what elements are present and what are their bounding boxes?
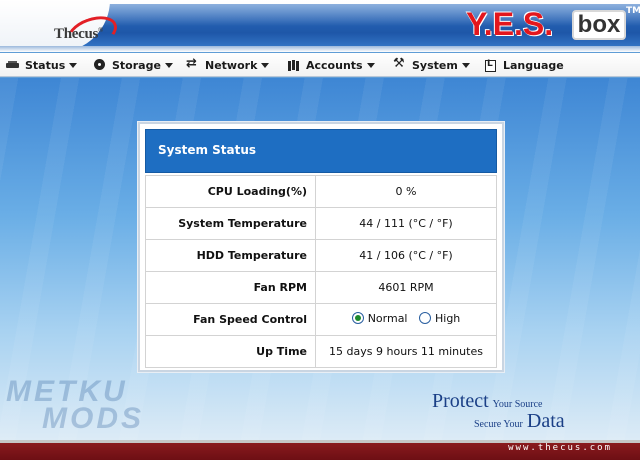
menu-storage-label: Storage	[112, 58, 161, 72]
row-label: Fan Speed Control	[145, 303, 316, 336]
yes-box-logo: Y.E.S. box TM	[460, 6, 640, 46]
menu-network[interactable]: Network	[186, 53, 270, 77]
thecus-logo[interactable]: Thecus®	[28, 10, 122, 52]
fan-speed-high-option[interactable]: High	[419, 312, 460, 325]
menu-status-label: Status	[25, 58, 66, 72]
menu-storage[interactable]: Storage	[93, 53, 173, 77]
status-icon	[6, 58, 20, 72]
row-label: Fan RPM	[145, 271, 316, 304]
panel-title-bar: System Status	[145, 129, 497, 173]
table-row: System Temperature 44 / 111 (°C / °F)	[145, 207, 497, 240]
caret-down-icon	[261, 62, 270, 68]
table-row: Fan Speed Control Normal High	[145, 303, 497, 336]
tagline-secure-your: Secure Your	[474, 419, 523, 430]
menu-system[interactable]: System	[393, 53, 470, 77]
language-icon	[484, 58, 498, 72]
watermark-line-1: METKU	[6, 375, 128, 408]
panel-title: System Status	[158, 143, 257, 157]
storage-icon	[93, 58, 107, 72]
table-row: Up Time 15 days 9 hours 11 minutes	[145, 335, 497, 368]
row-label: CPU Loading(%)	[145, 175, 316, 208]
fan-speed-high-radio[interactable]	[419, 312, 431, 325]
menu-accounts[interactable]: Accounts	[287, 53, 375, 77]
menu-language-label: Language	[503, 58, 564, 72]
header-banner: Thecus® Y.E.S. box TM	[0, 0, 640, 52]
caret-down-icon	[366, 62, 375, 68]
box-logo-text: box	[572, 10, 626, 40]
yes-logo-text: Y.E.S.	[466, 6, 554, 42]
caret-down-icon	[69, 62, 78, 68]
system-status-panel: System Status CPU Loading(%) 0 % System …	[138, 122, 504, 372]
menu-system-label: System	[412, 58, 458, 72]
system-icon	[393, 56, 407, 72]
menu-status[interactable]: Status	[6, 53, 78, 77]
row-value: 41 / 106 (°C / °F)	[315, 239, 497, 272]
status-table: CPU Loading(%) 0 % System Temperature 44…	[145, 175, 497, 368]
table-row: Fan RPM 4601 RPM	[145, 271, 497, 304]
row-value: 4601 RPM	[315, 271, 497, 304]
fan-speed-normal-label: Normal	[367, 311, 408, 325]
menu-accounts-label: Accounts	[306, 58, 363, 72]
row-value: 44 / 111 (°C / °F)	[315, 207, 497, 240]
row-value: 0 %	[315, 175, 497, 208]
tagline-protect: Protect	[432, 390, 489, 412]
fan-speed-high-label: High	[435, 311, 461, 325]
tagline: Protect Your Source Secure Your Data	[432, 390, 632, 434]
network-icon	[186, 56, 200, 72]
tagline-your-source: Your Source	[492, 399, 543, 410]
menu-language[interactable]: Language	[484, 53, 564, 77]
row-label: System Temperature	[145, 207, 316, 240]
row-label: Up Time	[145, 335, 316, 368]
fan-speed-control: Normal High	[315, 303, 497, 336]
menu-network-label: Network	[205, 58, 258, 72]
caret-down-icon	[164, 62, 173, 68]
watermark: METKU MODS	[6, 375, 196, 438]
main-menu-bar: Status Storage Network Accounts System L…	[0, 53, 640, 77]
thecus-logo-text: Thecus®	[54, 26, 103, 42]
watermark-line-2: MODS	[42, 402, 144, 435]
accounts-icon	[287, 58, 301, 72]
tagline-line-2: Secure Your Data	[474, 410, 565, 433]
trademark-label: TM	[626, 6, 640, 16]
caret-down-icon	[461, 62, 470, 68]
fan-speed-normal-option[interactable]: Normal	[351, 311, 408, 325]
row-value: 15 days 9 hours 11 minutes	[315, 335, 497, 368]
table-row: HDD Temperature 41 / 106 (°C / °F)	[145, 239, 497, 272]
fan-speed-normal-radio[interactable]	[351, 312, 364, 325]
row-label: HDD Temperature	[145, 239, 316, 272]
footer-url-link[interactable]: www.thecus.com	[508, 443, 612, 453]
tagline-data: Data	[526, 410, 565, 432]
table-row: CPU Loading(%) 0 %	[145, 175, 497, 208]
